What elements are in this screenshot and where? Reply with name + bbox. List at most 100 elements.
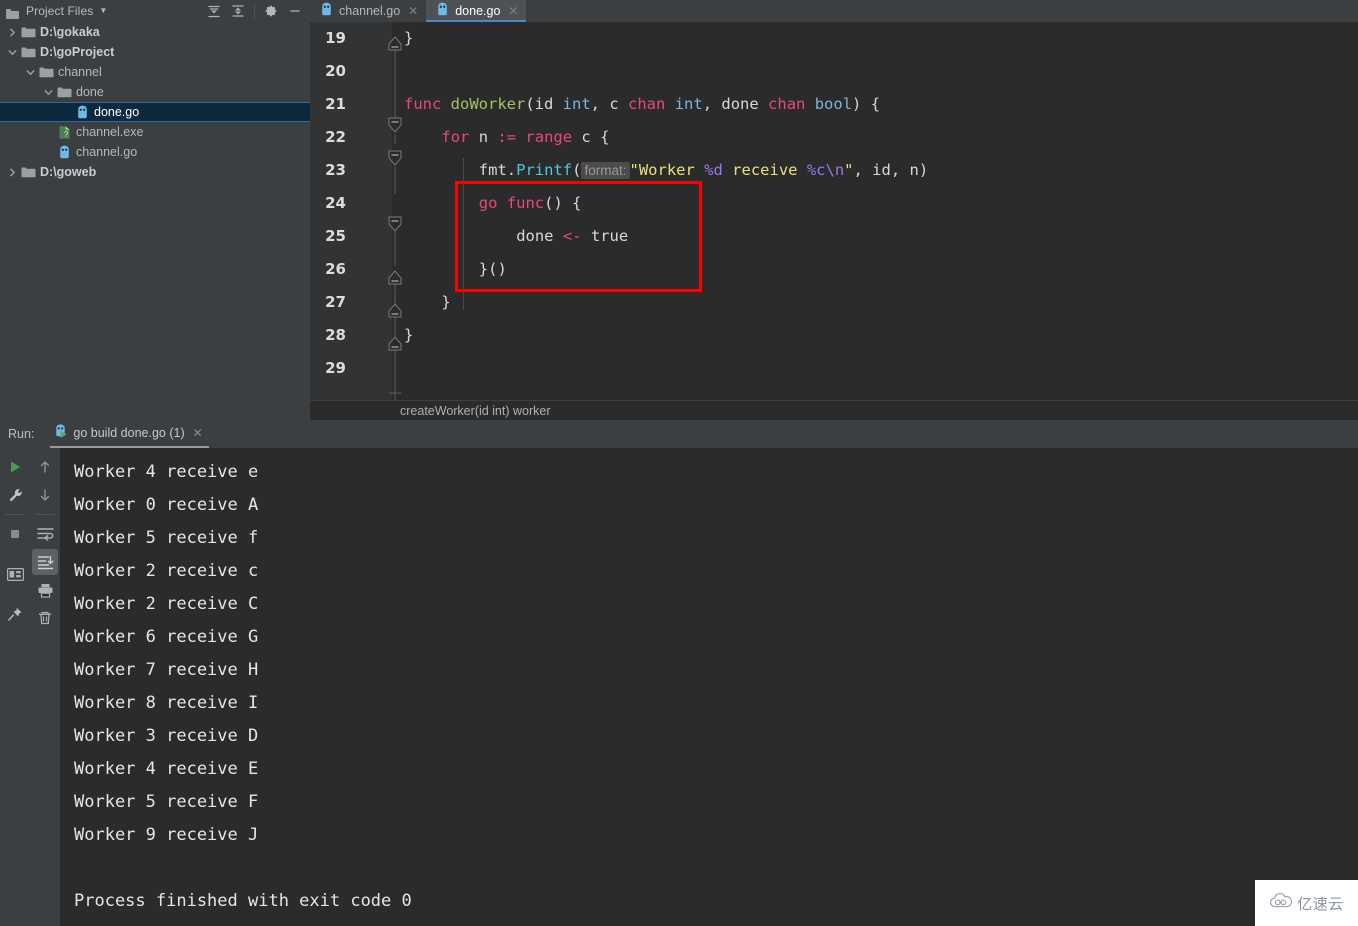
code-token: n <box>469 128 498 146</box>
code-token: true <box>581 227 629 245</box>
tree-item-d--goproject[interactable]: D:\goProject <box>0 42 310 62</box>
go-file-icon <box>74 104 90 120</box>
code-line-27[interactable]: } <box>404 286 451 319</box>
console-line: Worker 6 receive G <box>74 627 259 647</box>
line-number: 22 <box>325 128 346 146</box>
tree-item-done-go[interactable]: done.go <box>0 102 310 122</box>
run-configuration-tab[interactable]: go build done.go (1) ✕ <box>50 421 209 448</box>
collapse-all-icon[interactable] <box>227 1 249 21</box>
trash-icon[interactable] <box>32 605 58 631</box>
chevron-down-icon[interactable] <box>40 84 56 100</box>
chevron-right-icon[interactable] <box>4 24 20 40</box>
code-line-26[interactable]: }() <box>404 253 507 286</box>
code-line-22[interactable]: for n := range c { <box>404 121 609 154</box>
chevron-down-icon[interactable]: ▼ <box>99 7 107 15</box>
tree-item-channel-go[interactable]: channel.go <box>0 142 310 162</box>
console-layout-icon[interactable] <box>2 561 28 587</box>
code-line-25[interactable]: done <- true <box>404 220 628 253</box>
code-token: , id, n) <box>853 161 929 179</box>
code-token: fmt <box>478 161 507 179</box>
arrow-up-icon[interactable] <box>32 454 58 480</box>
expand-all-icon[interactable] <box>203 1 225 21</box>
code-line-23[interactable]: fmt.Printf(format: "Worker %d receive %c\… <box>404 154 928 187</box>
go-file-icon <box>436 2 449 20</box>
code-line-21[interactable]: func doWorker(id int, c chan int, done c… <box>404 88 880 121</box>
code-token: chan <box>768 95 806 113</box>
tree-item-channel[interactable]: channel <box>0 62 310 82</box>
stop-icon[interactable] <box>2 521 28 547</box>
code-token: }() <box>478 260 507 278</box>
close-icon[interactable]: ✕ <box>408 5 418 17</box>
tree-item-label: D:\goweb <box>40 165 97 179</box>
arrow-down-icon[interactable] <box>32 482 58 508</box>
run-label: Run: <box>8 427 35 441</box>
console-line: Worker 2 receive C <box>74 594 259 614</box>
project-tree[interactable]: D:\gokaka D:\goProject channel done done.go?… <box>0 22 310 420</box>
code-line-24[interactable]: go func() { <box>404 187 582 220</box>
code-token: } <box>404 326 414 344</box>
run-tool-window: Run: go build done.go (1) ✕ Worker 4 rec… <box>0 420 1358 926</box>
code-token: () { <box>544 194 582 212</box>
code-token: , <box>590 95 610 113</box>
tree-item-d--gokaka[interactable]: D:\gokaka <box>0 22 310 42</box>
tree-item-label: channel.exe <box>76 125 144 139</box>
run-right-toolbar <box>30 448 60 926</box>
code-line-28[interactable]: } <box>404 319 413 352</box>
gear-icon[interactable] <box>260 1 282 21</box>
folder-icon <box>20 24 36 40</box>
tree-item-channel-exe[interactable]: ? channel.exe <box>0 122 310 142</box>
code-token: " <box>844 161 854 179</box>
soft-wrap-icon[interactable] <box>32 521 58 547</box>
code-token: for <box>441 128 470 146</box>
code-text[interactable]: } func doWorker(id int, c chan int, done … <box>392 22 1358 420</box>
editor-tab-channel-go[interactable]: channel.go ✕ <box>310 0 426 22</box>
tree-item-label: done.go <box>94 105 140 119</box>
code-token: int <box>674 95 703 113</box>
line-number: 24 <box>325 194 346 212</box>
console-line: Worker 0 receive A <box>74 495 259 515</box>
code-viewport[interactable]: 19 20 21 22 23 24 25 26 27 28 29} func … <box>310 22 1358 420</box>
console-output[interactable]: Worker 4 receive e Worker 0 receive A Work… <box>60 448 1358 926</box>
chevron-down-icon[interactable] <box>4 44 20 60</box>
toolbar-divider <box>5 514 25 515</box>
ide-window: Project Files ▼ D:\gokaka D:\goProject c… <box>0 0 1358 926</box>
close-icon[interactable]: ✕ <box>508 5 518 17</box>
code-token: id <box>534 95 563 113</box>
code-token: Printf <box>516 161 573 179</box>
pin-icon[interactable] <box>2 601 28 627</box>
chevron-right-icon[interactable] <box>4 164 20 180</box>
close-icon[interactable]: ✕ <box>193 426 203 440</box>
editor-tab-label: channel.go <box>339 4 401 18</box>
code-token: c <box>609 95 629 113</box>
chevron-down-icon[interactable] <box>22 64 38 80</box>
tree-item-d--goweb[interactable]: D:\goweb <box>0 162 310 182</box>
line-number: 26 <box>325 260 346 278</box>
wrench-settings-icon[interactable] <box>2 482 28 508</box>
code-token: go <box>478 194 498 212</box>
line-number: 29 <box>325 359 346 377</box>
code-token: . <box>506 161 517 179</box>
console-line: Worker 5 receive F <box>74 792 259 812</box>
print-icon[interactable] <box>32 577 58 603</box>
line-number: 27 <box>325 293 346 311</box>
folder-icon <box>20 164 36 180</box>
code-token: ( <box>525 95 535 113</box>
run-left-toolbar <box>0 448 30 926</box>
console-line: Worker 8 receive I <box>74 693 259 713</box>
tree-item-done[interactable]: done <box>0 82 310 102</box>
code-token: } <box>441 293 451 311</box>
project-panel-title: Project Files <box>26 4 94 18</box>
parameter-hint: format: <box>581 162 630 179</box>
code-token: func <box>404 95 442 113</box>
rerun-play-icon[interactable] <box>2 454 28 480</box>
hide-panel-icon[interactable] <box>284 1 306 21</box>
code-line-19[interactable]: } <box>404 22 413 55</box>
scroll-to-end-icon[interactable] <box>32 549 58 575</box>
watermark-text: 亿速云 <box>1297 894 1344 913</box>
editor-tab-done-go[interactable]: done.go ✕ <box>426 0 527 22</box>
editor-breadcrumb: createWorker(id int) worker <box>310 400 1358 420</box>
tree-item-label: channel.go <box>76 145 138 159</box>
